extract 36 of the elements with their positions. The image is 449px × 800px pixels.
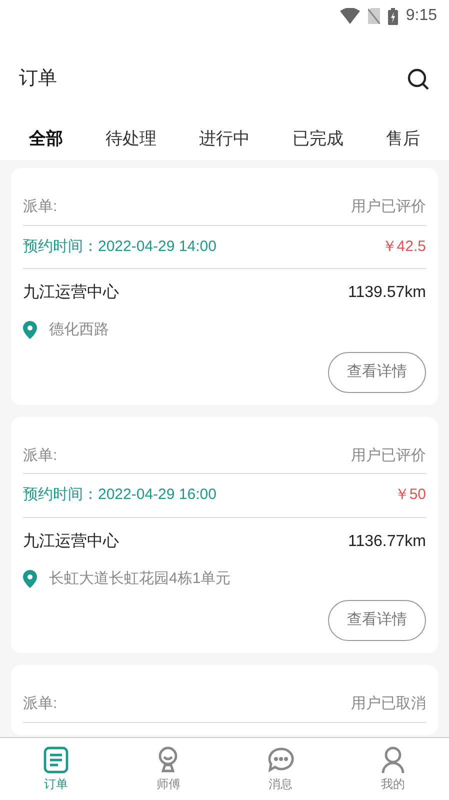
- chat-icon: [266, 745, 296, 775]
- order-status: 用户已评价: [351, 197, 426, 217]
- distance: 1139.57km: [348, 283, 426, 303]
- filter-tab[interactable]: 售后: [378, 126, 428, 152]
- location-pin-icon: [23, 321, 37, 340]
- filter-tab[interactable]: 全部: [21, 126, 72, 152]
- appointment-time: 预约时间：2022-04-29 16:00: [23, 485, 216, 505]
- wifi-icon: [340, 8, 360, 24]
- station-name: 九江运营中心: [23, 282, 119, 303]
- location-pin-icon: [23, 570, 37, 588]
- status-time: 9:15: [406, 6, 437, 26]
- nav-tab[interactable]: 我的: [352, 745, 433, 793]
- view-details-button[interactable]: 查看详情: [328, 352, 426, 392]
- distance: 1136.77km: [348, 532, 426, 552]
- no-sim-icon: [368, 8, 380, 24]
- dispatch-label: 派单:: [23, 694, 58, 714]
- filter-tab[interactable]: 进行中: [190, 126, 258, 152]
- battery-icon: [388, 8, 398, 24]
- filter-tab[interactable]: 待处理: [98, 126, 165, 152]
- address: 德化西路: [49, 320, 109, 340]
- order-price: ￥42.5: [382, 236, 426, 256]
- filter-tab[interactable]: 已完成: [284, 126, 352, 152]
- search-icon[interactable]: [406, 67, 430, 91]
- order-status: 用户已评价: [351, 446, 426, 466]
- order-price: ￥50: [394, 485, 426, 505]
- station-name: 九江运营中心: [23, 532, 119, 552]
- address: 长虹大道长虹花园4栋1单元: [49, 568, 231, 588]
- order-status: 用户已取消: [351, 694, 426, 714]
- view-details-button[interactable]: 查看详情: [328, 600, 426, 641]
- appointment-time: 预约时间：2022-04-29 14:00: [23, 236, 216, 256]
- nav-tab[interactable]: 师傅: [128, 745, 208, 793]
- dispatch-label: 派单:: [23, 197, 58, 217]
- dispatch-label: 派单:: [23, 446, 58, 466]
- nav-tab[interactable]: 消息: [240, 745, 321, 793]
- nav-tab[interactable]: 订单: [16, 745, 96, 793]
- page-title: 订单: [19, 66, 57, 91]
